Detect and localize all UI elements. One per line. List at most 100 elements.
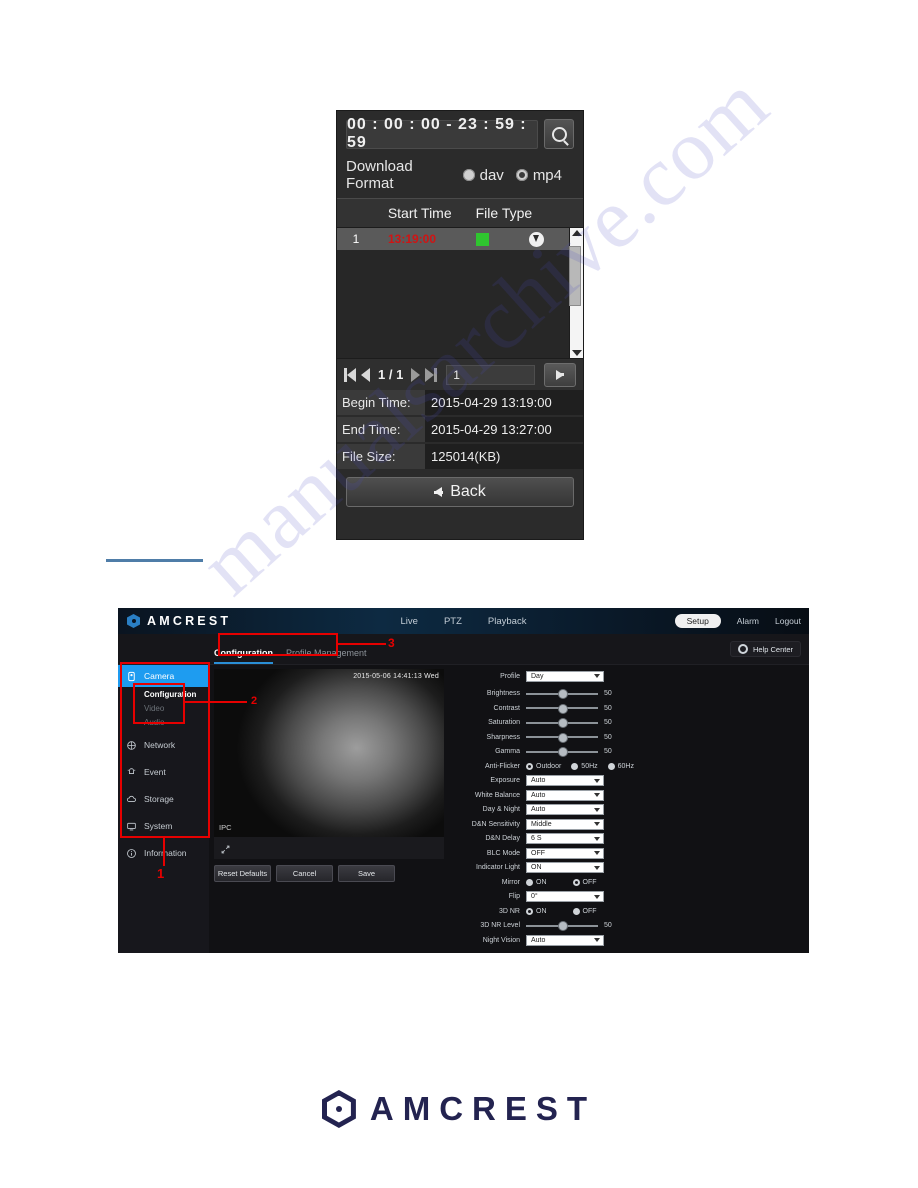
label-dn-sensitivity: D&N Sensitivity [471, 820, 520, 828]
go-arrow-icon [556, 369, 564, 380]
video-stream[interactable]: 2015-05-06 14:41:13 Wed IPC [214, 669, 444, 837]
slider-knob[interactable] [558, 718, 569, 728]
select-blc-mode[interactable]: OFF [526, 847, 604, 859]
scrollbar-thumb[interactable] [569, 246, 581, 306]
chevron-down-icon [594, 865, 600, 870]
format-mp4-label: mp4 [532, 166, 562, 184]
slider-brightness[interactable] [526, 688, 598, 699]
setting-dn-delay: D&N Delay 6 S [452, 832, 682, 846]
row-file-type [455, 232, 509, 246]
cancel-button[interactable]: Cancel [276, 865, 333, 882]
save-button[interactable]: Save [338, 865, 395, 882]
next-page-icon[interactable] [411, 367, 421, 382]
time-range-row: 00 : 00 : 00 - 23 : 59 : 59 [346, 116, 574, 151]
nav-item-playback[interactable]: Playback [488, 616, 527, 627]
select-flip[interactable]: 0° [526, 891, 604, 902]
setting-day-night: Day & Night Auto [452, 803, 682, 817]
label-day-night: Day & Night [482, 806, 520, 813]
label-flip: Flip [508, 893, 520, 900]
annotation-line-2 [185, 701, 247, 703]
scroll-down-icon[interactable] [571, 350, 582, 356]
label-mirror: Mirror [501, 878, 520, 886]
slider-knob[interactable] [558, 689, 569, 699]
slider-knob[interactable] [558, 921, 569, 931]
radio-option-50hz[interactable]: 50Hz [571, 762, 598, 770]
annotation-line-1 [163, 838, 165, 866]
radio-option-mirror-off[interactable]: OFF [572, 878, 597, 886]
select-indicator-light[interactable]: ON [526, 862, 604, 873]
select-exposure[interactable]: Auto [526, 775, 604, 786]
value-flip: 0° [531, 893, 538, 900]
slider-contrast[interactable] [526, 703, 598, 714]
page-count: 1 / 1 [378, 367, 404, 382]
slider-3d-nr-level[interactable] [526, 920, 598, 931]
alarm-button[interactable]: Alarm [737, 616, 759, 626]
chevron-down-icon [594, 938, 600, 942]
expand-fullscreen-icon[interactable] [220, 842, 231, 854]
select-dn-sensitivity[interactable]: Middle [526, 818, 604, 830]
label-blc-mode: BLC Mode [486, 849, 520, 857]
select-night-vision[interactable]: Auto [526, 934, 604, 946]
page-number-input[interactable]: 1 [446, 364, 535, 385]
value-gamma: 50 [604, 748, 612, 755]
help-center-button[interactable]: Help Center [729, 641, 801, 657]
table-row[interactable]: 1 13:19:00 [337, 228, 569, 250]
radio-option-3dnr-off[interactable]: OFF [572, 907, 597, 915]
chevron-down-icon [594, 793, 600, 797]
slider-knob[interactable] [558, 747, 569, 757]
slider-sharpness[interactable] [526, 732, 598, 743]
scroll-up-icon[interactable] [571, 230, 582, 236]
time-range-input[interactable]: 00 : 00 : 00 - 23 : 59 : 59 [346, 116, 538, 151]
file-list-scrollbar[interactable] [569, 228, 583, 358]
slider-knob[interactable] [558, 732, 569, 743]
setting-mirror: Mirror ON OFF [452, 875, 682, 889]
slider-saturation[interactable] [526, 717, 598, 728]
main-nav: Live PTZ Playback [401, 616, 527, 627]
setting-blc-mode: BLC Mode OFF [452, 846, 682, 860]
value-day-night: Auto [531, 806, 546, 813]
last-page-icon[interactable] [425, 367, 438, 382]
setup-button[interactable]: Setup [674, 614, 721, 628]
format-option-dav[interactable]: dav [462, 167, 504, 184]
radio-option-mirror-on[interactable]: ON [526, 878, 547, 886]
file-list-header: Start Time File Type [337, 198, 583, 228]
download-format-label: Download Format [346, 158, 413, 192]
label-dn-delay: D&N Delay [485, 835, 520, 842]
nav-item-ptz[interactable]: PTZ [444, 616, 462, 627]
footer-logo: AMCREST [0, 1090, 918, 1128]
prev-page-icon[interactable] [361, 367, 370, 382]
download-circle-icon[interactable] [528, 231, 544, 247]
radio-option-60hz[interactable]: 60Hz [607, 762, 634, 770]
radio-option-3dnr-on[interactable]: ON [526, 907, 547, 915]
radio-mp4-icon [515, 169, 528, 181]
chevron-down-icon [594, 674, 600, 678]
format-option-mp4[interactable]: mp4 [515, 166, 562, 184]
select-profile[interactable]: Day [526, 670, 604, 682]
radio-option-outdoor[interactable]: Outdoor [526, 762, 561, 770]
nav-item-live[interactable]: Live [401, 616, 418, 627]
search-button[interactable] [544, 119, 574, 149]
web-ui-body: Camera Configuration Video Audio Network… [118, 665, 809, 953]
row-download-cell[interactable] [509, 231, 563, 247]
begin-time-label: Begin Time: [337, 390, 425, 415]
go-to-page-button[interactable] [544, 362, 576, 387]
amcrest-web-ui: AMCREST Live PTZ Playback Setup Alarm Lo… [118, 608, 809, 953]
reset-defaults-button[interactable]: Reset Defaults [214, 865, 271, 882]
slider-gamma[interactable] [526, 746, 598, 757]
video-timestamp: 2015-05-06 14:41:13 Wed [353, 673, 439, 680]
value-indicator-light: ON [531, 864, 542, 871]
logout-button[interactable]: Logout [775, 616, 801, 626]
back-button[interactable]: Back [346, 477, 574, 507]
info-icon [126, 848, 137, 859]
radio-60hz-icon [607, 762, 615, 770]
select-white-balance[interactable]: Auto [526, 789, 604, 801]
setting-indicator-light: Indicator Light ON [452, 861, 682, 875]
help-center-label: Help Center [752, 644, 793, 654]
first-page-icon[interactable] [344, 367, 356, 382]
pagination-bar: 1 / 1 1 [337, 358, 583, 390]
brand-name: AMCREST [147, 614, 232, 628]
select-day-night[interactable]: Auto [526, 804, 604, 815]
slider-knob[interactable] [558, 703, 569, 714]
select-dn-delay[interactable]: 6 S [526, 833, 604, 844]
label-sharpness: Sharpness [486, 733, 520, 741]
